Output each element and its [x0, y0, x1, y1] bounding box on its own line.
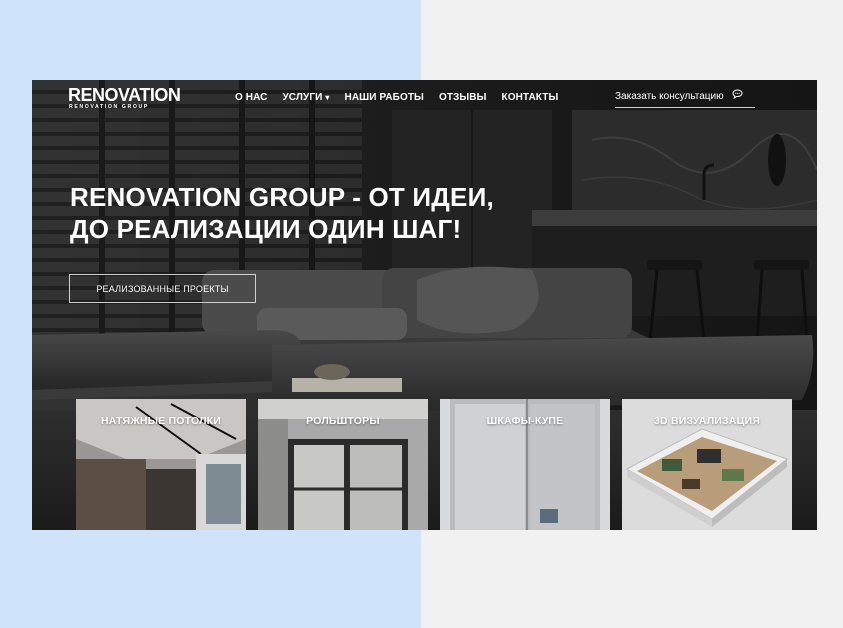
logo-subtitle: RENOVATION GROUP — [69, 104, 149, 110]
site-header: RENOVATION RENOVATION GROUP О НАС УСЛУГИ… — [32, 80, 817, 116]
site-logo[interactable]: RENOVATION RENOVATION GROUP — [68, 85, 181, 112]
chevron-down-icon: ▾ — [325, 93, 330, 102]
hero-headline: RENOVATION GROUP - ОТ ИДЕИ, ДО РЕАЛИЗАЦИ… — [70, 181, 630, 245]
website-screenshot: RENOVATION RENOVATION GROUP О НАС УСЛУГИ… — [32, 80, 817, 530]
logo-wordmark: RENOVATION — [68, 85, 181, 105]
nav-item-contacts[interactable]: КОНТАКТЫ — [502, 91, 559, 105]
service-card-title: РОЛЬШТОРЫ — [306, 415, 380, 427]
service-card-ceilings[interactable]: НАТЯЖНЫЕ ПОТОЛКИ — [76, 399, 246, 530]
service-card-3d-visualization[interactable]: 3D ВИЗУАЛИЗАЦИЯ — [622, 399, 792, 530]
projects-button[interactable]: РЕАЛИЗОВАННЫЕ ПРОЕКТЫ — [69, 274, 256, 303]
service-card-title: 3D ВИЗУАЛИЗАЦИЯ — [654, 415, 760, 427]
hero-headline-line-1: RENOVATION GROUP - ОТ ИДЕИ, — [70, 182, 494, 212]
hero-headline-line-2: ДО РЕАЛИЗАЦИИ ОДИН ШАГ! — [70, 214, 462, 244]
nav-item-reviews-label: ОТЗЫВЫ — [438, 92, 487, 103]
service-card-wardrobes[interactable]: ШКАФЫ-КУПЕ — [440, 399, 610, 530]
service-card-roller-blinds[interactable]: РОЛЬШТОРЫ — [258, 399, 428, 530]
nav-item-about-label: О НАС — [235, 92, 268, 103]
consultation-button[interactable]: Заказать консультацию — [615, 89, 755, 108]
nav-item-reviews[interactable]: ОТЗЫВЫ — [439, 91, 487, 105]
consultation-label: Заказать консультацию — [615, 91, 724, 103]
nav-item-our-works-label: НАШИ РАБОТЫ — [344, 92, 424, 103]
chat-bubble-icon — [732, 89, 743, 104]
nav-item-about[interactable]: О НАС — [235, 91, 267, 105]
nav-item-services-label: УСЛУГИ — [282, 92, 323, 103]
main-nav: О НАС УСЛУГИ ▾ НАШИ РАБОТЫ ОТЗЫВЫ КОНТАКТ… — [235, 91, 573, 105]
nav-item-services[interactable]: УСЛУГИ ▾ — [282, 91, 329, 105]
nav-item-our-works[interactable]: НАШИ РАБОТЫ — [345, 91, 424, 105]
service-card-title: НАТЯЖНЫЕ ПОТОЛКИ — [100, 415, 222, 427]
service-card-title: ШКАФЫ-КУПЕ — [486, 415, 564, 427]
nav-item-contacts-label: КОНТАКТЫ — [501, 92, 559, 103]
